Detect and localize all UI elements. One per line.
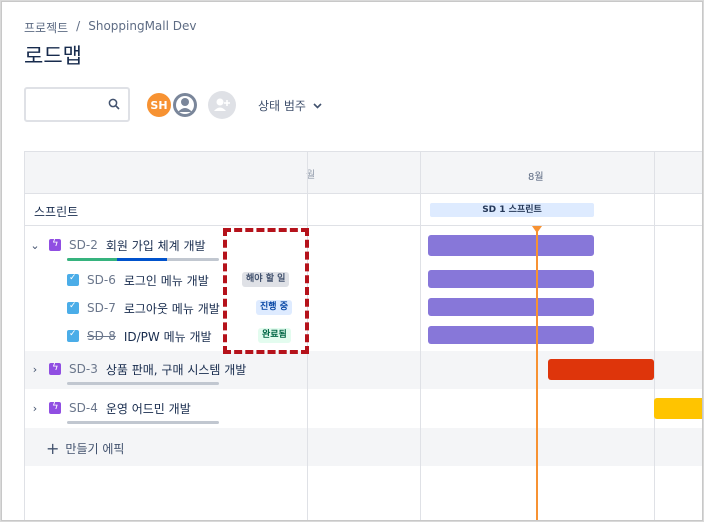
epic-row[interactable]: ⌄ SD-2 회원 가입 체계 개발 bbox=[29, 231, 206, 259]
issue-key: SD-4 bbox=[69, 401, 98, 415]
epic-bar[interactable] bbox=[548, 359, 654, 380]
sprint-row: 스프린트 SD 1 스프린트 bbox=[25, 194, 702, 226]
task-icon bbox=[67, 329, 79, 342]
epic-progress bbox=[67, 421, 219, 424]
list-item[interactable]: SD-6 로그인 메뉴 개발 bbox=[67, 266, 209, 294]
epic-icon bbox=[49, 401, 61, 414]
list-item[interactable]: SD-7 로그아웃 메뉴 개발 bbox=[67, 294, 220, 322]
search-input[interactable] bbox=[24, 87, 130, 122]
issue-bar[interactable] bbox=[428, 298, 594, 316]
create-epic-button[interactable]: + 만들기 에픽 bbox=[46, 439, 124, 458]
breadcrumb-project-name[interactable]: ShoppingMall Dev bbox=[88, 19, 196, 36]
issue-bar[interactable] bbox=[428, 326, 594, 344]
breadcrumb: 프로젝트 / ShoppingMall Dev bbox=[24, 19, 197, 36]
issue-key: SD-7 bbox=[87, 301, 116, 315]
user-avatar-icon[interactable] bbox=[170, 90, 200, 120]
epic-row[interactable]: › SD-4 운영 어드민 개발 bbox=[29, 394, 191, 422]
task-icon bbox=[67, 301, 79, 314]
epic-row[interactable]: › SD-3 상품 판매, 구매 시스템 개발 bbox=[29, 355, 247, 383]
epic-bar[interactable] bbox=[428, 235, 594, 256]
row-shade bbox=[25, 428, 702, 466]
highlight-box bbox=[223, 228, 309, 354]
sprint-label: 스프린트 bbox=[34, 205, 79, 219]
today-line bbox=[536, 230, 538, 520]
list-item[interactable]: SD-8 ID/PW 메뉴 개발 bbox=[67, 322, 212, 350]
breadcrumb-separator: / bbox=[76, 19, 81, 33]
roadmap-window: 프로젝트 / ShoppingMall Dev 로드맵 SH 상태 범주 월 8… bbox=[1, 1, 703, 521]
epic-name: 회원 가입 체계 개발 bbox=[105, 238, 206, 253]
chevron-down-icon bbox=[313, 102, 322, 109]
add-person-icon[interactable] bbox=[208, 91, 236, 119]
issue-key: SD-3 bbox=[69, 362, 98, 376]
epic-progress bbox=[67, 382, 219, 385]
epic-name: 상품 판매, 구매 시스템 개발 bbox=[105, 362, 247, 377]
timeline-header bbox=[25, 152, 702, 194]
chevron-right-icon[interactable]: › bbox=[29, 363, 41, 376]
issue-name: 로그아웃 메뉴 개발 bbox=[123, 301, 220, 316]
search-icon bbox=[108, 98, 120, 110]
chevron-right-icon[interactable]: › bbox=[29, 402, 41, 415]
issue-bar[interactable] bbox=[428, 270, 594, 288]
issue-key: SD-8 bbox=[87, 329, 116, 343]
issue-key: SD-6 bbox=[87, 273, 116, 287]
issue-name: ID/PW 메뉴 개발 bbox=[123, 329, 212, 344]
issue-key: SD-2 bbox=[69, 238, 98, 252]
status-filter-label: 상태 범주 bbox=[258, 99, 306, 113]
epic-icon bbox=[49, 238, 61, 251]
chevron-down-icon[interactable]: ⌄ bbox=[29, 239, 41, 252]
epic-bar[interactable] bbox=[654, 398, 702, 419]
epic-progress bbox=[67, 258, 219, 261]
task-icon bbox=[67, 273, 79, 286]
page-title: 로드맵 bbox=[24, 44, 82, 68]
plus-icon: + bbox=[46, 439, 60, 458]
breadcrumb-projects[interactable]: 프로젝트 bbox=[24, 19, 68, 36]
create-epic-label: 만들기 에픽 bbox=[65, 442, 125, 456]
today-marker bbox=[532, 226, 542, 233]
epic-icon bbox=[49, 362, 61, 375]
sprint-chip[interactable]: SD 1 스프린트 bbox=[430, 203, 594, 217]
issue-name: 로그인 메뉴 개발 bbox=[123, 273, 209, 288]
month-label: 8월 bbox=[528, 172, 544, 183]
avatar[interactable]: SH bbox=[145, 91, 173, 119]
status-category-filter[interactable]: 상태 범주 bbox=[258, 97, 322, 114]
epic-name: 운영 어드민 개발 bbox=[105, 401, 191, 416]
